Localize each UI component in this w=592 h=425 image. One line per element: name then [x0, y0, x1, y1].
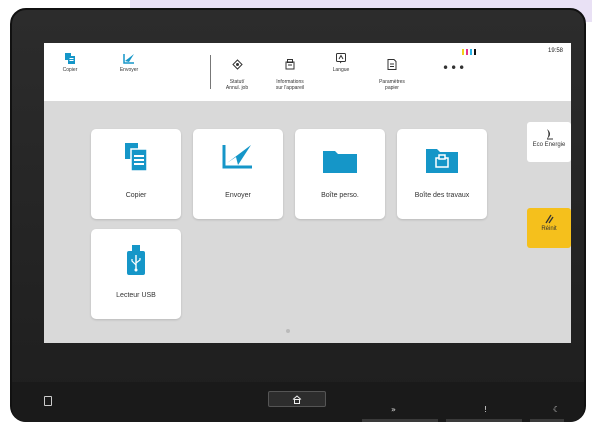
tile-lecteur-usb[interactable]: Lecteur USB: [91, 229, 181, 319]
indicator-bar-3: [530, 419, 564, 422]
clock: 19:58: [547, 48, 563, 54]
touch-screen: Copier Envoyer Statut/ Annul. job Inform…: [44, 43, 571, 343]
job-box-icon: [426, 149, 458, 173]
eco-energie-button[interactable]: Eco Energie: [527, 122, 571, 162]
indicator-bar-2: [446, 419, 522, 422]
topbar-envoyer-label: Envoyer: [119, 67, 139, 73]
toner-black: [474, 49, 476, 55]
tile-boite-travaux-label: Boîte des travaux: [414, 192, 470, 199]
moon-icon: [547, 129, 553, 140]
tile-envoyer-label: Envoyer: [225, 192, 251, 199]
copy-icon: [125, 143, 147, 171]
tile-boite-travaux[interactable]: Boîte des travaux: [397, 129, 487, 219]
tile-copier[interactable]: Copier: [91, 129, 181, 219]
page-indicator: [286, 329, 290, 333]
topbar-device-info-label: Informations sur l'appareil: [275, 79, 305, 91]
reset-icon: [545, 214, 554, 224]
tile-boite-perso-label: Boîte perso.: [321, 192, 359, 199]
home-button[interactable]: [268, 391, 326, 407]
attention-indicator-icon: !: [484, 405, 488, 414]
topbar-envoyer[interactable]: Envoyer: [114, 53, 144, 73]
topbar-paper-settings[interactable]: Paramètres papier: [374, 53, 410, 91]
toner-yellow: [462, 49, 464, 55]
tile-envoyer[interactable]: Envoyer: [193, 129, 283, 219]
topbar-status[interactable]: Statut/ Annul. job: [220, 53, 254, 91]
copy-icon: [65, 53, 75, 64]
reinit-button[interactable]: Réinit: [527, 208, 571, 248]
status-icon: [231, 59, 243, 70]
tile-copier-label: Copier: [125, 192, 147, 199]
reinit-label: Réinit: [541, 226, 557, 232]
usb-icon: [127, 245, 145, 275]
nfc-icon: [44, 396, 52, 406]
send-icon: [222, 145, 252, 169]
send-icon: [123, 54, 134, 64]
topbar-paper-settings-label: Paramètres papier: [379, 79, 405, 91]
eco-energie-label: Eco Energie: [532, 142, 566, 148]
topbar-language-label: Langue: [332, 67, 350, 73]
paper-settings-icon: [387, 59, 397, 70]
folder-icon: [323, 151, 357, 173]
tile-boite-perso[interactable]: Boîte perso.: [295, 129, 385, 219]
toner-cyan: [470, 49, 472, 55]
control-panel-device: Copier Envoyer Statut/ Annul. job Inform…: [10, 8, 586, 422]
tile-lecteur-usb-label: Lecteur USB: [116, 292, 156, 299]
indicator-bar-1: [362, 419, 438, 422]
toner-level-indicator: [462, 49, 476, 55]
topbar-copier-label: Copier: [62, 67, 78, 73]
topbar-copier[interactable]: Copier: [58, 53, 82, 73]
toner-magenta: [466, 49, 468, 55]
language-icon: [336, 53, 346, 64]
device-info-icon: [285, 59, 295, 70]
more-menu-button[interactable]: •••: [442, 61, 466, 75]
processing-indicator-icon: »: [391, 405, 396, 414]
topbar-device-info[interactable]: Informations sur l'appareil: [268, 53, 312, 91]
sleep-indicator-icon: ☾: [553, 405, 561, 414]
home-icon: [292, 394, 302, 404]
topbar-language[interactable]: Langue: [328, 53, 354, 73]
top-bar: Copier Envoyer Statut/ Annul. job Inform…: [44, 43, 571, 101]
topbar-status-label: Statut/ Annul. job: [225, 79, 249, 91]
topbar-separator: [210, 55, 211, 89]
